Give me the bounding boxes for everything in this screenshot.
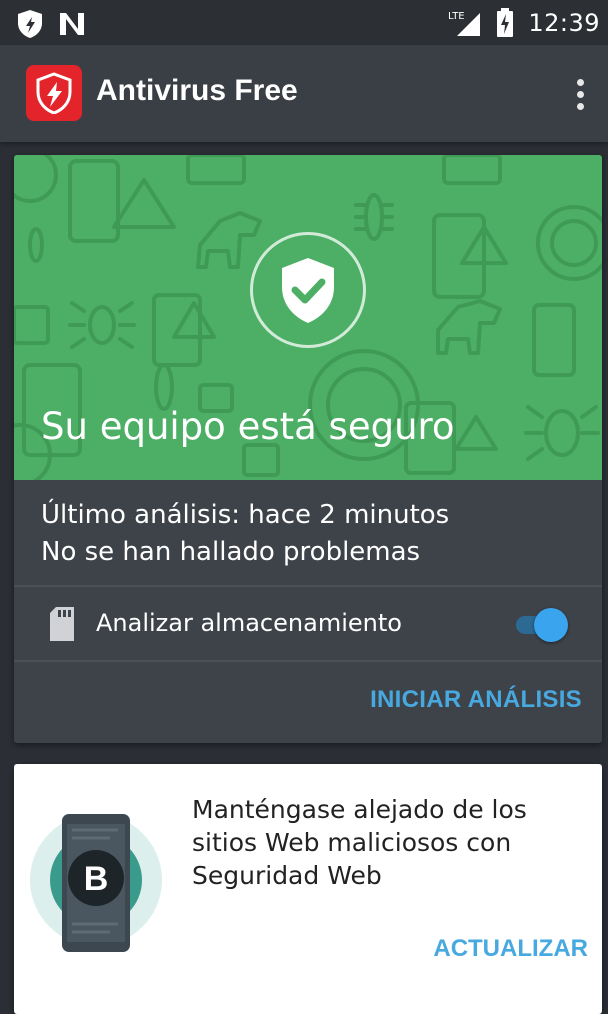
app-bar: Antivirus Free — [0, 45, 608, 142]
battery-charging-icon — [497, 8, 514, 37]
start-scan-button[interactable]: INICIAR ANÁLISIS — [370, 686, 582, 714]
security-status-card: Su equipo está seguro Último análisis: h… — [14, 155, 602, 743]
status-hero: Su equipo está seguro — [14, 155, 602, 480]
menu-dot — [576, 102, 584, 110]
last-scan-text: Último análisis: hace 2 minutos — [41, 500, 450, 530]
app-logo — [26, 65, 82, 121]
sd-card-icon — [50, 607, 74, 641]
n-notification-icon — [60, 13, 84, 35]
notification-icons — [16, 9, 86, 39]
promo-message: Manténgase alejado de los sitios Web mal… — [192, 795, 527, 890]
update-button[interactable]: ACTUALIZAR — [433, 935, 588, 963]
web-security-phone-graphic: B — [30, 814, 162, 952]
storage-scan-toggle[interactable] — [514, 606, 570, 642]
secure-shield-badge — [250, 232, 366, 348]
shield-notification-icon — [18, 10, 42, 38]
lte-label: LTE — [448, 11, 465, 22]
system-indicators: LTE 12:39 — [448, 8, 600, 38]
scan-summary: Último análisis: hace 2 minutos No se ha… — [41, 497, 449, 571]
storage-scan-label: Analizar almacenamiento — [96, 609, 402, 637]
shield-check-icon — [282, 258, 334, 323]
web-security-promo-card: B Manténgase alejado de los sitios Web m… — [14, 764, 602, 1014]
storage-scan-row[interactable]: Analizar almacenamiento — [14, 587, 602, 661]
status-bar: LTE 12:39 — [0, 0, 608, 45]
menu-dot — [576, 90, 584, 98]
bitdefender-shield-logo — [36, 72, 72, 114]
clock: 12:39 — [528, 9, 600, 37]
divider — [14, 660, 602, 662]
lte-signal-icon: LTE — [448, 11, 481, 36]
problems-text: No se han hallado problemas — [41, 537, 421, 567]
overflow-menu-icon[interactable] — [568, 76, 592, 112]
app-title: Antivirus Free — [96, 74, 298, 107]
security-headline: Su equipo está seguro — [41, 405, 455, 448]
toggle-thumb — [534, 608, 568, 642]
promo-graphic-letter: B — [84, 860, 109, 898]
menu-dot — [576, 78, 584, 86]
